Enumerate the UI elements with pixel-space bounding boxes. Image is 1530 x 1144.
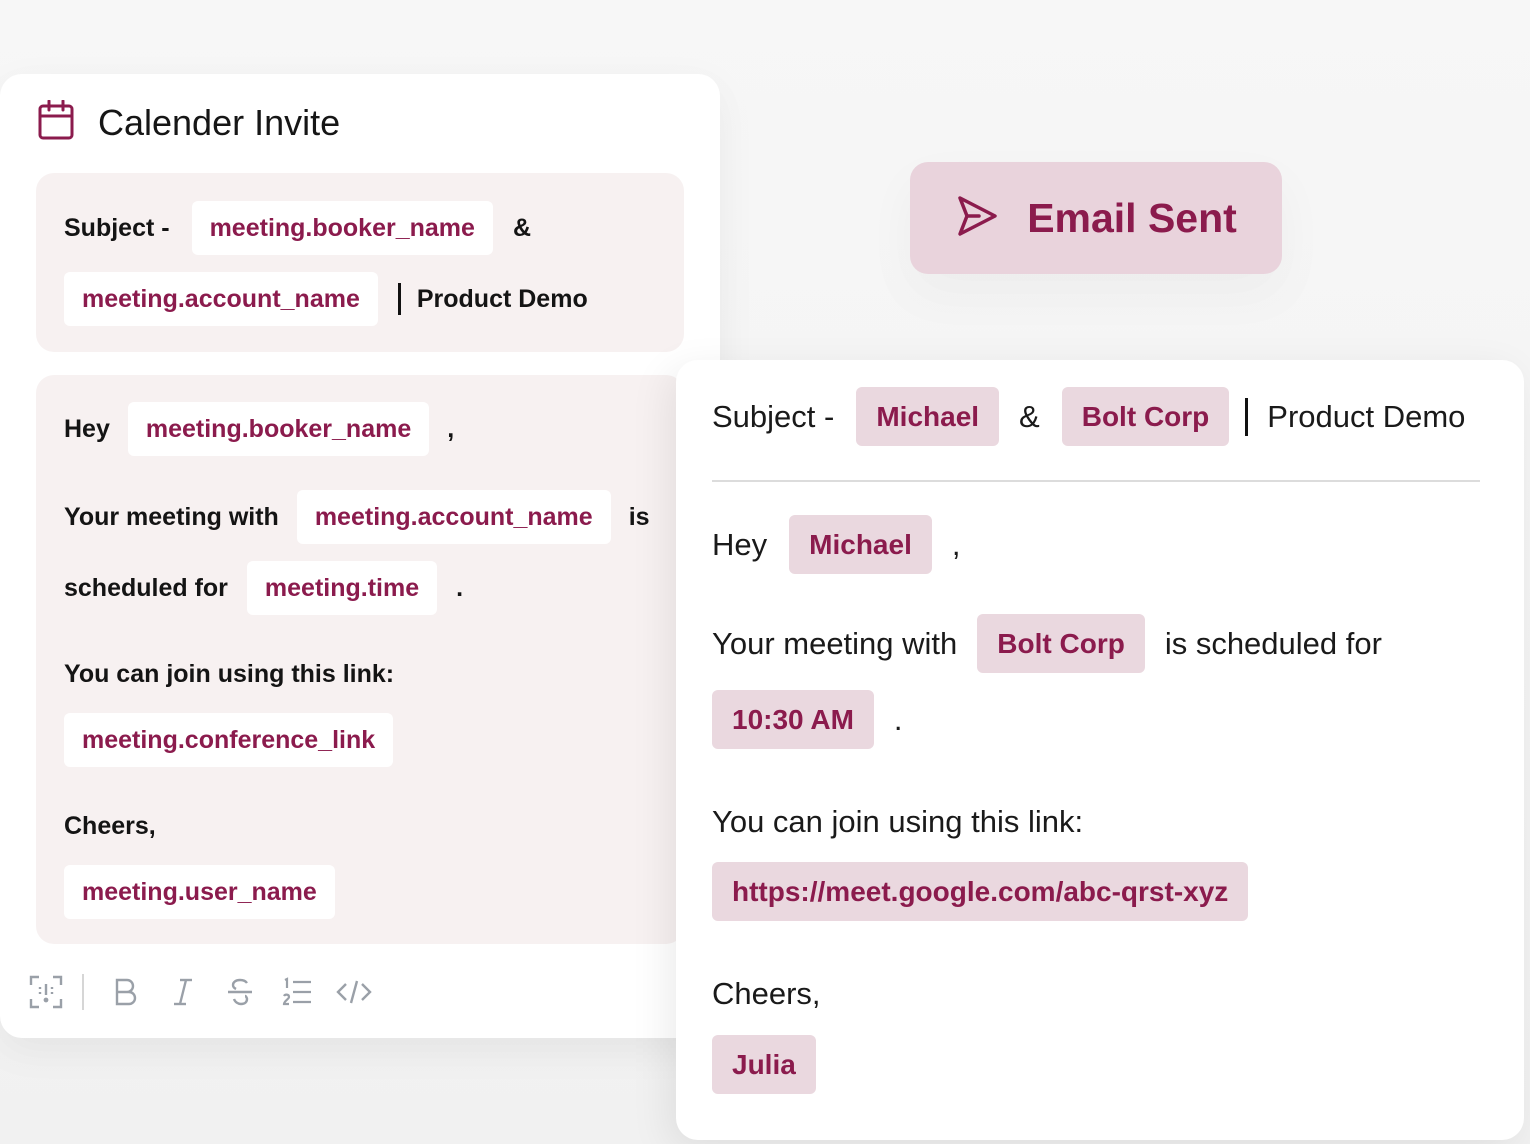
preview-join-text: You can join using this link:	[712, 804, 1084, 839]
variable-chip-booker-name[interactable]: meeting.booker_name	[191, 201, 493, 255]
body-line-scheduled: scheduled for meeting.time .	[64, 561, 463, 615]
preview-meeting-line: Your meeting with Bolt Corp is scheduled…	[712, 614, 1382, 673]
body-line-meeting: Your meeting with meeting.account_name i…	[64, 490, 650, 544]
preview-ampersand: &	[1019, 398, 1040, 434]
email-sent-label: Email Sent	[1027, 194, 1237, 241]
body-line-join: You can join using this link:	[64, 660, 394, 689]
preview-signature-line: Julia	[712, 1035, 816, 1094]
italic-icon[interactable]	[165, 970, 201, 1014]
text-cursor	[1245, 397, 1249, 436]
preview-meeting-with: Your meeting with	[712, 625, 958, 661]
join-text: You can join using this link:	[64, 660, 395, 688]
subject-prefix: Subject -	[64, 213, 170, 242]
preview-cheers: Cheers,	[712, 976, 821, 1011]
variable-chip-conference-link[interactable]: meeting.conference_link	[64, 713, 394, 767]
preview-comma: ,	[951, 526, 961, 562]
send-icon	[955, 194, 999, 243]
preview-scheduled-for: is scheduled for	[1164, 625, 1382, 661]
code-icon[interactable]	[336, 970, 372, 1014]
variable-chip-account-name[interactable]: meeting.account_name	[64, 272, 378, 326]
toolbar-divider	[82, 974, 84, 1010]
preview-subject-line: Subject - Michael & Bolt Corp Product De…	[712, 387, 1465, 446]
text-cursor	[397, 283, 401, 315]
bold-icon[interactable]	[108, 970, 144, 1014]
body-line-cheers: Cheers,	[64, 812, 156, 841]
preview-account-chip: Bolt Corp	[977, 614, 1145, 673]
preview-subject-prefix: Subject -	[712, 398, 835, 434]
preview-booker-chip: Michael	[856, 387, 1000, 446]
email-preview-card	[676, 360, 1524, 1140]
preview-link-line: https://meet.google.com/abc-qrst-xyz	[712, 862, 1249, 921]
editor-title: Calender Invite	[98, 101, 341, 143]
preview-greeting-line: Hey Michael ,	[712, 515, 960, 574]
preview-cheers-line: Cheers,	[712, 976, 821, 1012]
subject-suffix: Product Demo	[416, 284, 588, 313]
editor-header: Calender Invite	[38, 99, 341, 145]
calendar-icon	[38, 99, 74, 145]
preview-divider	[712, 480, 1480, 482]
scheduled-for-text: scheduled for	[64, 573, 228, 602]
numbered-list-icon[interactable]	[279, 970, 315, 1014]
variable-chip-account-name[interactable]: meeting.account_name	[296, 490, 611, 544]
greeting-text: Hey	[64, 414, 110, 443]
variable-chip-booker-name[interactable]: meeting.booker_name	[127, 402, 430, 456]
preview-account-chip: Bolt Corp	[1061, 387, 1230, 446]
preview-subject-suffix: Product Demo	[1267, 398, 1466, 434]
preview-period: .	[893, 701, 903, 737]
body-line-link: meeting.conference_link	[64, 713, 394, 767]
email-sent-button[interactable]: Email Sent	[910, 162, 1282, 274]
period-text: .	[456, 573, 464, 602]
preview-time-line: 10:30 AM .	[712, 690, 903, 749]
variable-chip-meeting-time[interactable]: meeting.time	[246, 561, 438, 615]
preview-join-line: You can join using this link:	[712, 804, 1083, 840]
formatting-toolbar	[28, 970, 393, 1014]
body-line-signature: meeting.user_name	[64, 865, 335, 919]
preview-booker-chip: Michael	[789, 515, 932, 574]
meeting-with-text: Your meeting with	[64, 502, 279, 531]
preview-user-chip: Julia	[712, 1035, 816, 1094]
preview-time-chip: 10:30 AM	[712, 690, 874, 749]
preview-greeting: Hey	[712, 526, 768, 562]
ampersand-text: &	[512, 213, 531, 242]
subject-line-2: meeting.account_name Product Demo	[64, 272, 588, 326]
body-line-greeting: Hey meeting.booker_name ,	[64, 402, 454, 456]
strikethrough-icon[interactable]	[222, 970, 258, 1014]
variable-chip-user-name[interactable]: meeting.user_name	[64, 865, 335, 919]
comma-text: ,	[447, 414, 455, 443]
preview-conference-link[interactable]: https://meet.google.com/abc-qrst-xyz	[712, 862, 1249, 921]
cheers-text: Cheers,	[64, 812, 156, 840]
is-text: is	[628, 502, 650, 531]
subject-line-1: Subject - meeting.booker_name &	[64, 201, 531, 255]
variable-icon[interactable]	[28, 970, 64, 1014]
